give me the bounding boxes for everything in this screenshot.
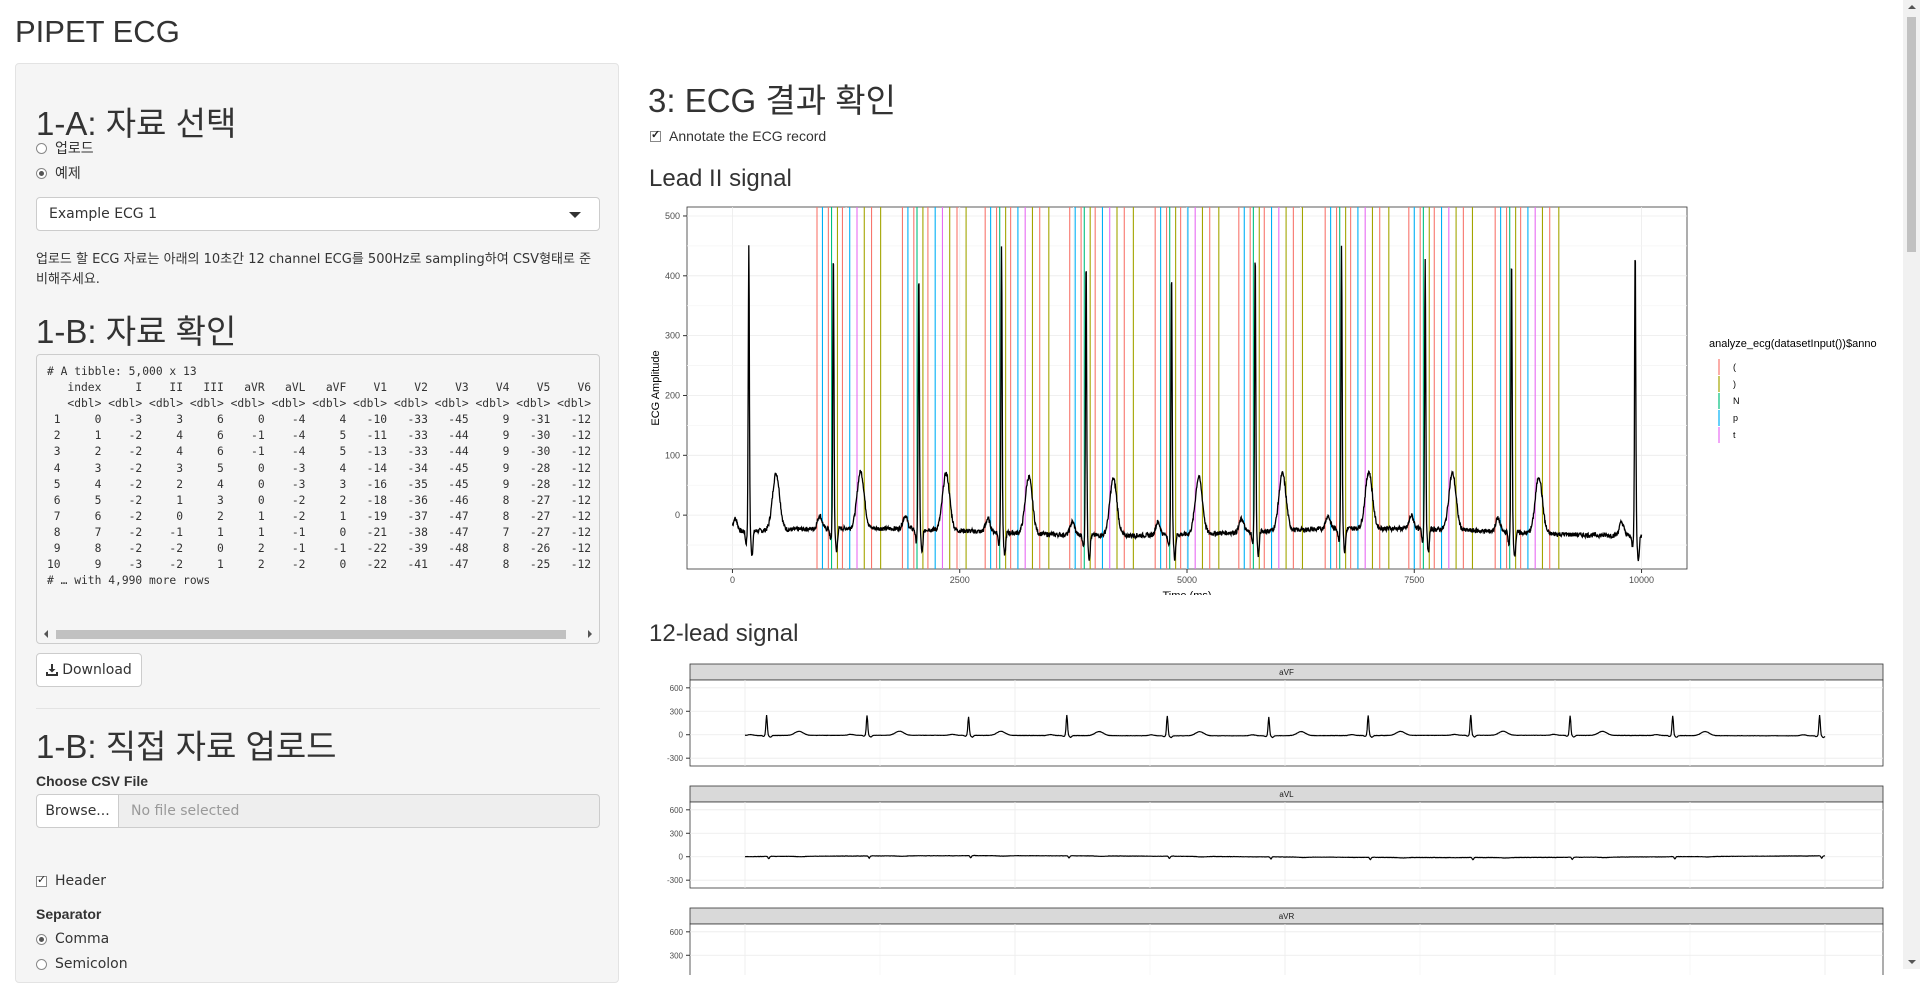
y-tick-label: 0	[675, 510, 680, 520]
header-checkbox[interactable]: Header	[36, 873, 106, 889]
radio-button-icon[interactable]	[36, 143, 47, 154]
checkbox-checked-icon[interactable]	[36, 876, 47, 887]
radio-button-selected-icon[interactable]	[36, 168, 47, 179]
scroll-up-icon[interactable]	[1908, 5, 1916, 9]
annotate-checkbox-label: Annotate the ECG record	[669, 128, 826, 144]
lead12-title: 12-lead signal	[649, 620, 798, 648]
radio-upload-label: 업로드	[55, 138, 94, 158]
legend-label: p	[1733, 413, 1738, 423]
download-button-label: Download	[62, 662, 132, 678]
y-tick-label: 300	[665, 331, 680, 341]
divider	[36, 708, 600, 709]
legend-label: )	[1733, 379, 1736, 389]
y-axis-label: ECG Amplitude	[650, 350, 662, 425]
facet-panel	[690, 680, 1883, 766]
y-tick-label: 600	[670, 928, 684, 937]
radio-sep-comma[interactable]: Comma	[36, 931, 109, 947]
scroll-down-icon[interactable]	[1908, 960, 1916, 964]
radio-upload[interactable]: 업로드	[36, 138, 94, 158]
separator-label: Separator	[36, 906, 101, 922]
section-upload-title: 1-B: 직접 자료 업로드	[36, 720, 337, 768]
facet-label: aVL	[1279, 790, 1294, 799]
radio-button-icon[interactable]	[36, 959, 47, 970]
legend-label: N	[1733, 396, 1740, 406]
dataset-select-value: Example ECG 1	[49, 206, 157, 222]
results-title: 3: ECG 결과 확인	[648, 74, 896, 122]
y-tick-label: 100	[665, 450, 680, 460]
x-tick-label: 5000	[1177, 575, 1197, 585]
y-tick-label: -300	[667, 876, 684, 885]
y-tick-label: 0	[679, 853, 684, 862]
sep-comma-label: Comma	[55, 931, 109, 947]
y-tick-label: 300	[670, 707, 684, 716]
radio-example-label: 예제	[55, 163, 81, 183]
file-name-field[interactable]: No file selected	[118, 794, 600, 828]
legend-label: t	[1733, 430, 1736, 440]
choose-csv-label: Choose CSV File	[36, 773, 148, 789]
lead2-title: Lead II signal	[649, 165, 792, 193]
x-tick-label: 7500	[1404, 575, 1424, 585]
page-scrollbar[interactable]	[1903, 0, 1920, 969]
tibble-output: # A tibble: 5,000 x 13 index I II III aV…	[37, 355, 599, 598]
x-tick-label: 2500	[950, 575, 970, 585]
annotate-checkbox[interactable]: Annotate the ECG record	[650, 128, 826, 144]
radio-example[interactable]: 예제	[36, 163, 81, 183]
lead2-chart: 0 2500 5000 7500 10000 0 100 200 300 400 500 Time (…	[645, 195, 1885, 595]
x-axis-label: Time (ms)	[1162, 590, 1211, 595]
file-input[interactable]: Browse... No file selected	[36, 794, 600, 828]
y-tick-label: 200	[665, 390, 680, 400]
scroll-right-icon[interactable]	[588, 630, 592, 638]
section-1b-title: 1-B: 자료 확인	[36, 305, 236, 353]
app-title: PIPET ECG	[15, 14, 180, 50]
scroll-left-icon[interactable]	[44, 630, 48, 638]
facet-label: aVF	[1279, 668, 1294, 677]
y-tick-label: 300	[670, 829, 684, 838]
x-tick-label: 10000	[1629, 575, 1654, 585]
tibble-preview[interactable]: # A tibble: 5,000 x 13 index I II III aV…	[36, 354, 600, 644]
upload-help-text: 업로드 할 ECG 자료는 아래의 10초간 12 channel ECG를 5…	[36, 250, 600, 290]
facet-panel	[690, 802, 1883, 888]
browse-button[interactable]: Browse...	[36, 794, 119, 828]
y-tick-label: 0	[679, 731, 684, 740]
chevron-down-icon[interactable]	[569, 212, 581, 218]
radio-button-selected-icon[interactable]	[36, 934, 47, 945]
x-tick-label: 0	[730, 575, 735, 585]
y-tick-label: 500	[665, 211, 680, 221]
y-tick-label: 600	[670, 684, 684, 693]
page-scroll-thumb[interactable]	[1907, 17, 1916, 252]
checkbox-checked-icon[interactable]	[650, 131, 661, 142]
legend-title: analyze_ecg(datasetInput())$anno	[1709, 338, 1877, 350]
dataset-select[interactable]: Example ECG 1	[36, 197, 600, 231]
header-checkbox-label: Header	[55, 873, 106, 889]
radio-sep-semicolon[interactable]: Semicolon	[36, 956, 128, 972]
facet-label: aVR	[1279, 912, 1295, 921]
download-icon	[46, 664, 58, 676]
legend-label: (	[1733, 362, 1736, 372]
download-button[interactable]: Download	[36, 653, 142, 687]
lead12-chart: aVF-3000300600aVL-3000300600aVR-30003006…	[645, 655, 1885, 975]
y-tick-label: 300	[670, 951, 684, 960]
y-tick-label: 600	[670, 806, 684, 815]
scroll-thumb[interactable]	[56, 630, 566, 639]
sidebar-panel: 1-A: 자료 선택 업로드 예제 Example ECG 1 업로드 할 EC…	[15, 63, 619, 983]
y-tick-label: -300	[667, 754, 684, 763]
y-tick-label: 400	[665, 271, 680, 281]
sep-semicolon-label: Semicolon	[55, 956, 128, 972]
horizontal-scrollbar[interactable]	[38, 627, 598, 641]
